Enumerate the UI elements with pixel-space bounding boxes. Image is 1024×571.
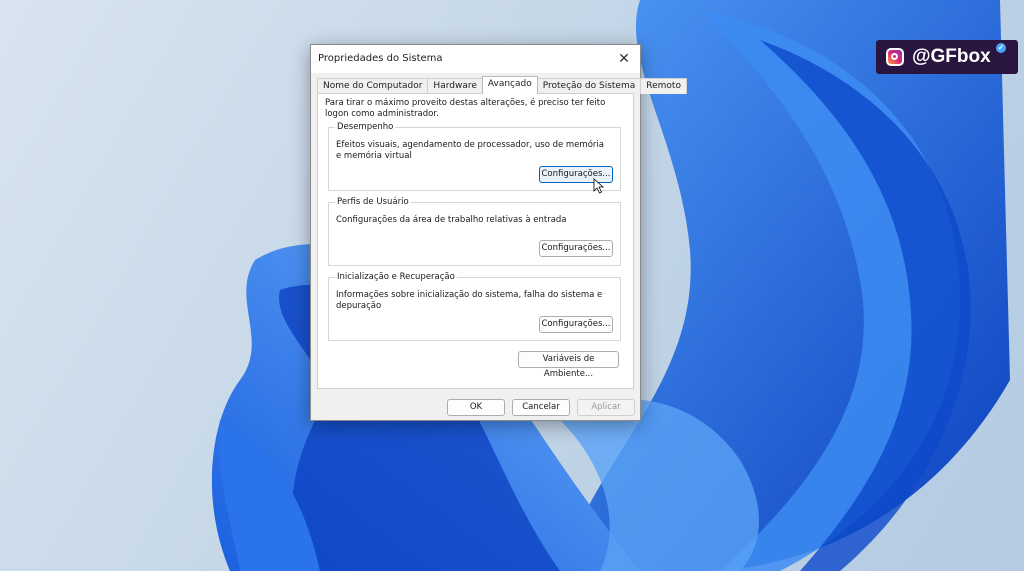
title-bar[interactable]: Propriedades do Sistema ✕ [311, 45, 640, 73]
tab-computer-name[interactable]: Nome do Computador [317, 78, 429, 94]
startup-recovery-group-label: Inicialização e Recuperação [335, 272, 457, 282]
startup-recovery-settings-button[interactable]: Configurações... [539, 316, 613, 333]
ok-button[interactable]: OK [447, 399, 505, 416]
mouse-pointer-icon [593, 178, 605, 194]
dialog-title: Propriedades do Sistema [318, 53, 443, 64]
environment-variables-button[interactable]: Variáveis de Ambiente... [518, 351, 619, 379]
tab-strip: Nome do Computador Hardware Avançado Pro… [317, 76, 687, 94]
performance-group-label: Desempenho [335, 122, 396, 132]
startup-recovery-group: Inicialização e Recuperação Informações … [328, 272, 621, 341]
user-profiles-group-label: Perfis de Usuário [335, 197, 411, 207]
system-properties-dialog: Propriedades do Sistema ✕ Nome do Comput… [310, 44, 687, 421]
tab-system-protection[interactable]: Proteção do Sistema [536, 78, 642, 94]
performance-description: Efeitos visuais, agendamento de processa… [336, 140, 604, 161]
verified-badge-icon: ✓ [996, 43, 1006, 53]
tab-remote[interactable]: Remoto [640, 78, 687, 94]
tab-hardware[interactable]: Hardware [427, 78, 483, 94]
instagram-watermark: @GFbox ✓ [876, 40, 1018, 74]
instagram-icon [886, 48, 904, 66]
close-icon[interactable]: ✕ [614, 49, 634, 69]
tab-advanced[interactable]: Avançado [481, 76, 538, 94]
cancel-button[interactable]: Cancelar [512, 399, 570, 416]
startup-recovery-description: Informações sobre inicialização do siste… [336, 290, 603, 311]
apply-button[interactable]: Aplicar [577, 399, 635, 416]
user-profiles-settings-button[interactable]: Configurações... [539, 240, 613, 257]
user-profiles-group: Perfis de Usuário Configurações da área … [328, 197, 621, 266]
performance-group: Desempenho Efeitos visuais, agendamento … [328, 122, 621, 191]
admin-note: Para tirar o máximo proveito destas alte… [325, 98, 606, 119]
user-profiles-description: Configurações da área de trabalho relati… [336, 215, 567, 225]
watermark-handle: @GFbox [912, 46, 991, 67]
